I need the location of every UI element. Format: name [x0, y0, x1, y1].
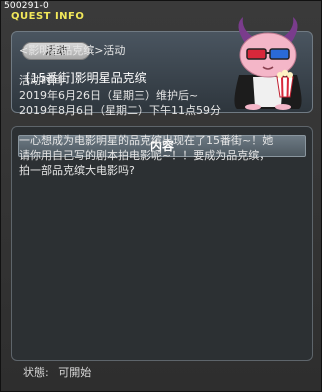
description-line: 2019年8月6日（星期二）下午11点59分 — [19, 104, 221, 117]
window-title: QUEST INFO — [11, 11, 85, 22]
status-value: 可開始 — [58, 366, 92, 379]
quest-id-label: 500291-0 — [4, 1, 49, 11]
description-line — [19, 118, 299, 133]
description-line: 一心想成为电影明星的品克缤出现在了15番街~！她 — [19, 134, 274, 147]
description-line: 请你用自己写的剧本拍电影呢~！！要成为品克缤， — [19, 149, 271, 162]
status-label: 状態: — [23, 366, 49, 379]
description-line — [19, 58, 299, 73]
quest-description: <影明星品克缤>活动 活动时间 2019年6月26日（星期三）维护后~ 2019… — [19, 43, 299, 178]
description-line: <影明星品克缤>活动 — [19, 44, 126, 57]
description-line: 活动时间 — [19, 74, 63, 87]
quest-info-window: 500291-0 QUEST INFO 活动 [15番街]影明星品克缤 内容 <… — [0, 0, 322, 392]
quest-status: 状態: 可開始 — [23, 364, 97, 380]
description-line: 2019年6月26日（星期三）维护后~ — [19, 89, 199, 102]
description-line: 拍一部品克缤大电影吗? — [19, 164, 135, 177]
